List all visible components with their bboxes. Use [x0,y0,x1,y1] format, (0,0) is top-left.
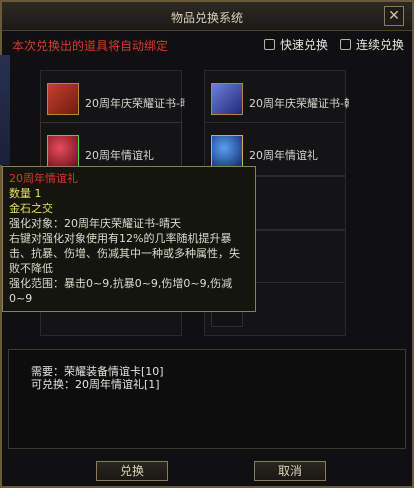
quick-exchange-checkbox[interactable] [264,38,275,50]
tooltip-target: 强化对象：20周年庆荣耀证书-晴天 [9,217,181,230]
requirement-can-exchange: 可兑换：20周年情谊礼[1] [31,378,160,391]
item-name: 20周年情谊礼 [249,149,318,162]
item-slot[interactable]: 20周年庆荣耀证书-晴天 [40,70,185,124]
title-bar: 物品兑换系统 ✕ [2,2,412,31]
tooltip-quantity: 数量 1 [9,187,42,200]
quick-exchange-label: 快速兑换 [280,37,329,52]
background-scenery [0,55,10,165]
tooltip-subtitle: 金石之交 [9,202,53,215]
cancel-button[interactable]: 取消 [254,461,326,481]
binding-notice: 本次兑换出的道具将自动绑定 [12,39,169,53]
item-tooltip: 20周年情谊礼 数量 1 金石之交 强化对象：20周年庆荣耀证书-晴天 右键对强… [2,166,256,312]
red-book-icon [47,83,79,115]
red-gift-icon [47,135,79,167]
close-button[interactable]: ✕ [384,6,404,26]
quick-exchange-toggle[interactable]: 快速兑换 [264,36,328,52]
item-slot[interactable]: 20周年庆荣耀证书-翰海 [204,70,349,124]
tooltip-range: 强化范围：暴击0~9,抗暴0~9,伤增0~9,伤减0~9 [9,277,233,305]
exchange-button[interactable]: 兑换 [96,461,168,481]
blue-book-icon [211,83,243,115]
tooltip-description: 右键对强化对象使用有12%的几率随机提升暴击、抗暴、伤增、伤减其中一种或多种属性… [9,232,240,275]
continuous-exchange-checkbox[interactable] [340,38,351,50]
requirement-panel: 需要：荣耀装备情谊卡[10] 可兑换：20周年情谊礼[1] [8,349,406,449]
tooltip-title: 20周年情谊礼 [9,172,78,185]
item-name: 20周年庆荣耀证书-晴天 [85,97,185,110]
item-name: 20周年庆荣耀证书-翰海 [249,97,349,110]
window-title: 物品兑换系统 [170,11,243,25]
blue-gift-icon [211,135,243,167]
item-name: 20周年情谊礼 [85,149,154,162]
close-icon: ✕ [388,8,400,24]
continuous-exchange-toggle[interactable]: 连续兑换 [340,36,404,52]
continuous-exchange-label: 连续兑换 [356,37,405,52]
